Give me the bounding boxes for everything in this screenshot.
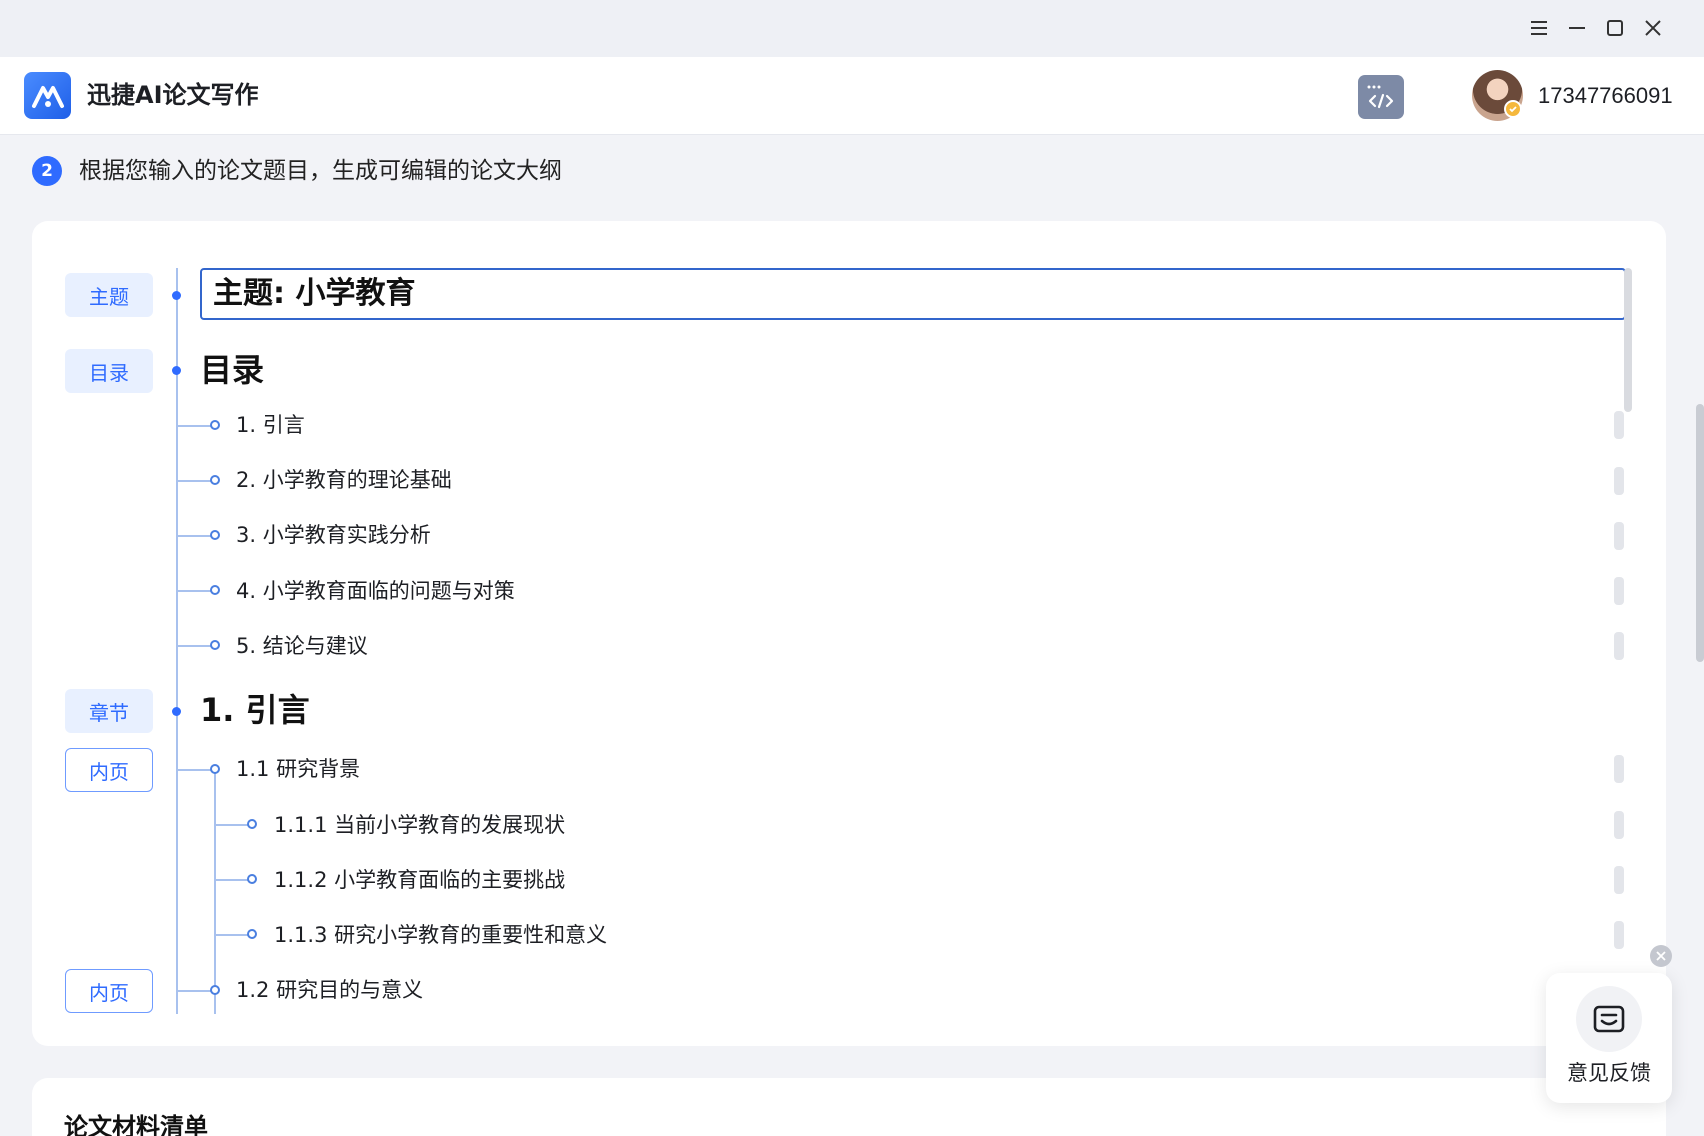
materials-title: 论文材料清单 (64, 1113, 208, 1136)
section-item[interactable]: 1.1 研究背景 (236, 754, 360, 784)
tree-connector (178, 535, 214, 537)
drag-handle[interactable] (1614, 921, 1624, 949)
tree-trunk-line (176, 268, 178, 1014)
list-node (210, 530, 220, 540)
list-node (210, 475, 220, 485)
subsection-item[interactable]: 1.1.1 当前小学教育的发展现状 (274, 810, 565, 840)
drag-handle[interactable] (1614, 577, 1624, 605)
drag-handle[interactable] (1614, 811, 1624, 839)
verified-badge-icon (1504, 100, 1522, 118)
toc-item[interactable]: 4. 小学教育面临的问题与对策 (236, 576, 515, 606)
toc-item[interactable]: 1. 引言 (236, 410, 305, 440)
tree-connector (178, 425, 214, 427)
topic-node (172, 291, 181, 300)
toc-node (172, 366, 181, 375)
list-node (210, 640, 220, 650)
maximize-icon[interactable] (1602, 15, 1628, 41)
tree-connector (178, 645, 214, 647)
app-logo (24, 72, 71, 119)
tree-branch-line (214, 768, 216, 1014)
drag-handle[interactable] (1614, 522, 1624, 550)
tree-connector (178, 590, 214, 592)
tree-connector (178, 990, 214, 992)
toc-item[interactable]: 5. 结论与建议 (236, 631, 368, 661)
toc-item[interactable]: 2. 小学教育的理论基础 (236, 465, 452, 495)
section-node (210, 764, 220, 774)
materials-card (32, 1078, 1666, 1136)
tag-page[interactable]: 内页 (65, 969, 153, 1013)
subsection-item[interactable]: 1.1.2 小学教育面临的主要挑战 (274, 865, 565, 895)
list-node (210, 585, 220, 595)
scrollbar[interactable] (1624, 268, 1632, 412)
tag-page[interactable]: 内页 (65, 748, 153, 792)
tree-connector (178, 480, 214, 482)
toc-heading[interactable]: 目录 (200, 349, 264, 391)
tag-chapter: 章节 (65, 689, 153, 733)
list-node (210, 420, 220, 430)
drag-handle[interactable] (1614, 632, 1624, 660)
app-title: 迅捷AI论文写作 (87, 81, 259, 109)
close-icon[interactable] (1650, 945, 1672, 967)
chapter-heading[interactable]: 1. 引言 (200, 689, 310, 731)
drag-handle[interactable] (1614, 411, 1624, 439)
step-description: 根据您输入的论文题目，生成可编辑的论文大纲 (79, 158, 562, 184)
feedback-icon[interactable] (1576, 986, 1642, 1052)
subsection-item[interactable]: 1.1.3 研究小学教育的重要性和意义 (274, 920, 607, 950)
chapter-node (172, 707, 181, 716)
feedback-label[interactable]: 意见反馈 (1546, 1058, 1672, 1088)
code-icon[interactable] (1358, 75, 1404, 119)
drag-handle[interactable] (1614, 866, 1624, 894)
toc-item[interactable]: 3. 小学教育实践分析 (236, 520, 431, 550)
page-scrollbar[interactable] (1696, 404, 1704, 662)
user-phone: 17347766091 (1538, 83, 1673, 108)
topic-input[interactable]: 主题: 小学教育 (200, 268, 1626, 320)
minimize-icon[interactable] (1564, 15, 1590, 41)
subsection-node (247, 874, 257, 884)
window-titlebar (0, 0, 1704, 57)
menu-icon[interactable] (1526, 15, 1552, 41)
close-icon[interactable] (1640, 15, 1666, 41)
app-header: 迅捷AI论文写作 17347766091 (0, 57, 1704, 135)
drag-handle[interactable] (1614, 467, 1624, 495)
tag-topic: 主题 (65, 273, 153, 317)
tag-toc: 目录 (65, 349, 153, 393)
subsection-node (247, 929, 257, 939)
subsection-node (247, 819, 257, 829)
step-number-badge: 2 (32, 156, 62, 186)
tree-connector (178, 769, 214, 771)
section-node (210, 985, 220, 995)
section-item[interactable]: 1.2 研究目的与意义 (236, 975, 423, 1005)
drag-handle[interactable] (1614, 755, 1624, 783)
